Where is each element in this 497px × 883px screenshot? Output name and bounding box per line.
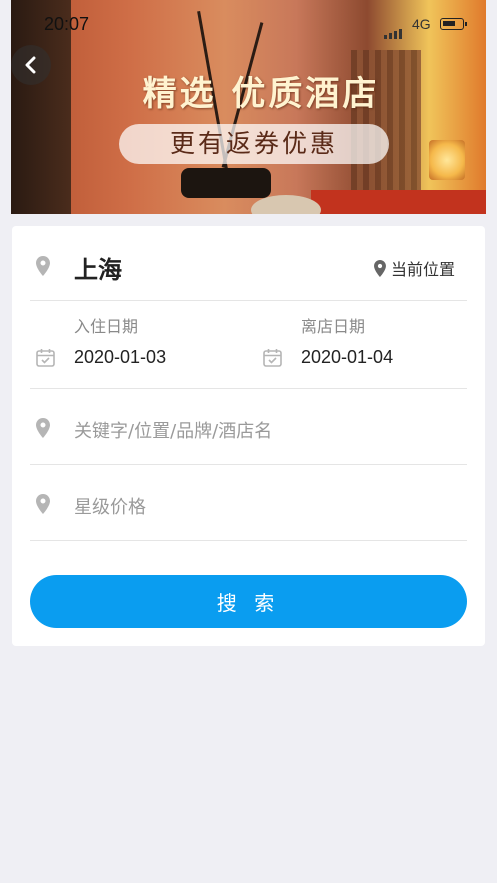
location-pin-icon	[374, 259, 386, 277]
location-pin-icon	[36, 494, 50, 514]
banner-bed	[311, 190, 486, 214]
back-arrow-icon	[25, 56, 36, 74]
checkin-label: 入住日期	[74, 317, 139, 336]
hotel-search-card: 上海 当前位置 入住日期 2020-01-03 离店日期 2020-01-04 …	[12, 226, 485, 646]
banner-vase	[181, 168, 271, 198]
dates-row: 入住日期 2020-01-03 离店日期 2020-01-04	[30, 301, 467, 389]
status-bar: 20:07 4G	[0, 0, 497, 44]
star-price-row[interactable]: 星级价格	[30, 465, 467, 541]
checkin-date[interactable]: 2020-01-03	[74, 347, 166, 368]
current-location-button[interactable]: 当前位置	[374, 256, 455, 280]
network-type: 4G	[412, 16, 431, 32]
calendar-icon	[263, 348, 282, 367]
signal-icon	[384, 20, 404, 39]
city-row[interactable]: 上海 当前位置	[30, 226, 467, 301]
back-button[interactable]	[11, 45, 51, 85]
banner-title: 精选 优质酒店	[142, 74, 380, 114]
battery-icon	[440, 18, 467, 30]
search-button[interactable]: 搜 索	[30, 575, 467, 628]
location-pin-icon	[36, 418, 50, 438]
keyword-input[interactable]: 关键字/位置/品牌/酒店名	[74, 417, 272, 443]
banner-lamp	[429, 140, 465, 180]
star-price-selector[interactable]: 星级价格	[74, 493, 146, 519]
calendar-icon	[36, 348, 55, 367]
city-name[interactable]: 上海	[74, 250, 122, 285]
status-time: 20:07	[44, 14, 90, 34]
location-pin-icon	[36, 256, 50, 276]
checkout-date[interactable]: 2020-01-04	[301, 347, 393, 368]
keyword-row[interactable]: 关键字/位置/品牌/酒店名	[30, 389, 467, 465]
banner-subtitle: 更有返券优惠	[169, 129, 338, 158]
current-location-label: 当前位置	[390, 260, 455, 279]
checkout-label: 离店日期	[301, 317, 366, 336]
